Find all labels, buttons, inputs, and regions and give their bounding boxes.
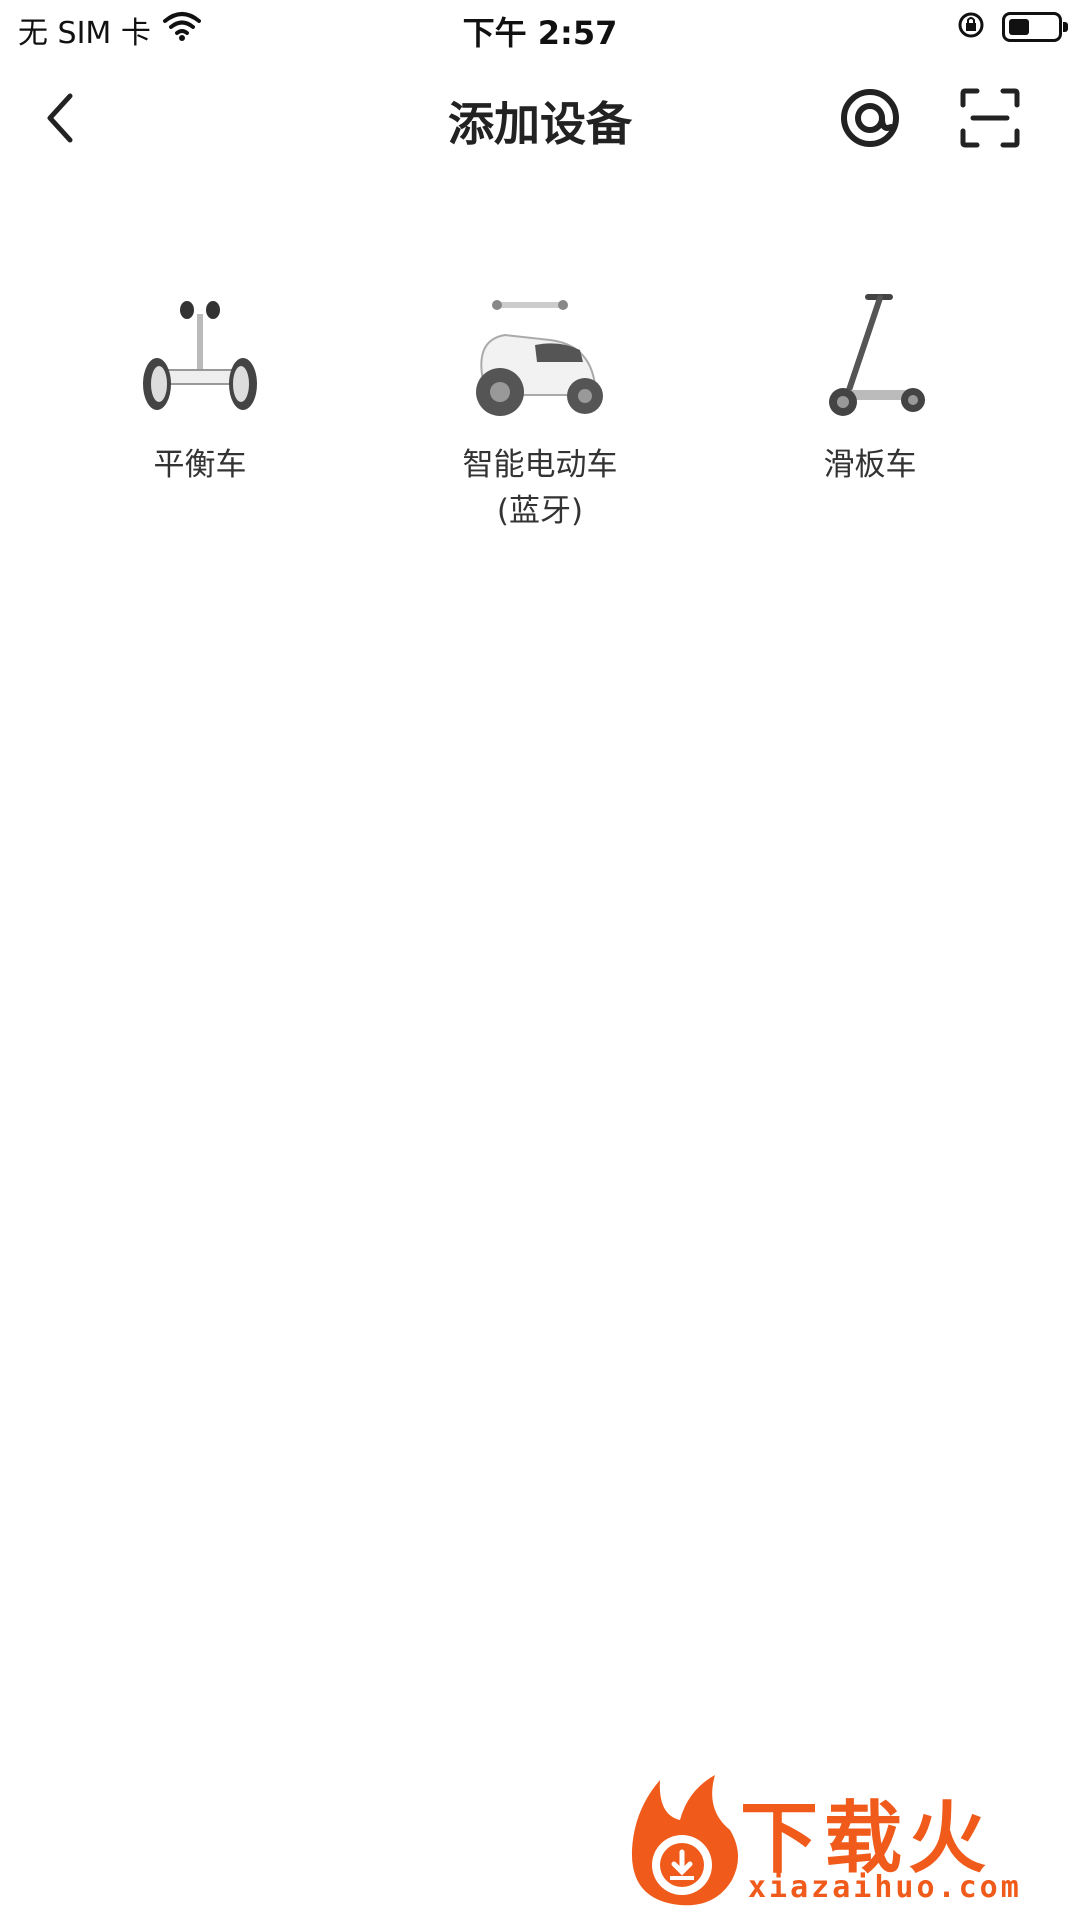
- device-label-sub: (蓝牙): [496, 493, 584, 529]
- device-label: 滑板车: [823, 447, 917, 483]
- nav-bar: 添加设备: [0, 60, 1080, 180]
- orientation-lock-icon: [956, 10, 986, 44]
- balance-scooter-icon: [120, 270, 280, 420]
- device-electric-scooter[interactable]: 智能电动车 (蓝牙): [390, 270, 690, 534]
- kick-scooter-icon: [790, 270, 950, 420]
- device-kick-scooter[interactable]: 滑板车: [720, 270, 1020, 488]
- status-time: 下午 2:57: [462, 14, 618, 52]
- watermark: 下载火 xiazaihuo.com: [620, 1770, 1060, 1910]
- electric-scooter-icon: [460, 270, 620, 420]
- device-label: 平衡车: [153, 447, 247, 483]
- device-label-main: 智能电动车: [462, 447, 618, 483]
- at-target-icon: [839, 87, 901, 153]
- status-bar: 无 SIM 卡 下午 2:57: [0, 0, 1080, 60]
- device-label: 智能电动车 (蓝牙): [390, 442, 690, 534]
- device-balance-scooter[interactable]: 平衡车: [50, 270, 350, 488]
- flame-logo-icon: [620, 1770, 750, 1910]
- scan-button[interactable]: [950, 80, 1030, 160]
- page-title: 添加设备: [448, 97, 632, 151]
- status-right: [956, 10, 1068, 44]
- at-target-button[interactable]: [830, 80, 910, 160]
- device-grid: 平衡车 智能电动车 (蓝牙) 滑板车: [0, 270, 1080, 530]
- scan-icon: [959, 87, 1021, 153]
- watermark-url: xiazaihuo.com: [748, 1870, 1022, 1905]
- battery-icon: [1002, 12, 1068, 42]
